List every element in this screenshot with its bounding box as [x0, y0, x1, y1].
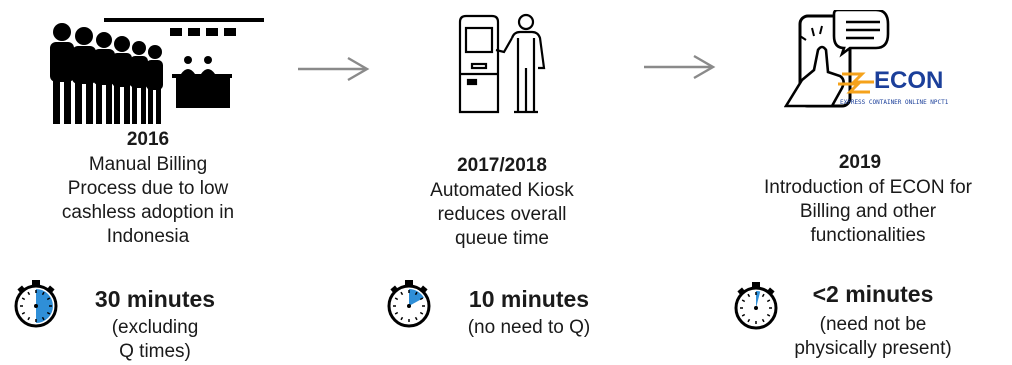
- stage-description: Manual Billing Process due to low cashle…: [40, 153, 256, 249]
- duration-note: (need not be physically present): [760, 313, 986, 361]
- description-line: queue time: [454, 228, 549, 249]
- description-line: Automated Kiosk: [430, 180, 574, 201]
- duration-value: <2 minutes: [812, 281, 934, 307]
- description-line: Indonesia: [106, 226, 190, 247]
- description-line: Billing and other: [799, 201, 937, 222]
- stage-description: Introduction of ECON for Billing and oth…: [736, 176, 1000, 248]
- arrow-right-icon: [298, 56, 370, 82]
- stage-year: 2016: [126, 129, 170, 150]
- description-line: Introduction of ECON for: [763, 177, 973, 198]
- duration-note: (no need to Q): [440, 316, 618, 340]
- description-line: functionalities: [810, 225, 926, 246]
- note-line: (excluding: [111, 317, 199, 338]
- description-line: cashless adoption in: [61, 202, 235, 223]
- stopwatch-icon: [14, 280, 58, 328]
- duration-value: 10 minutes: [468, 286, 590, 312]
- duration-value: 30 minutes: [94, 286, 216, 312]
- econ-logo: ECON EXPRESS CONTAINER ONLINE NPCT1: [838, 67, 949, 106]
- svg-text:ECON: ECON: [874, 67, 943, 94]
- queue-icon: [50, 18, 264, 124]
- stage-year: 2017/2018: [457, 155, 547, 176]
- description-line: Process due to low: [67, 178, 229, 199]
- note-line: Q times): [119, 341, 191, 362]
- duration-note: (excluding Q times): [60, 316, 250, 364]
- arrow-right-icon: [644, 54, 716, 80]
- description-line: reduces overall: [437, 204, 567, 225]
- note-line: (no need to Q): [467, 317, 591, 338]
- note-line: (need not be: [819, 314, 927, 335]
- stopwatch-icon: [387, 280, 431, 328]
- note-line: physically present): [794, 338, 952, 359]
- description-line: Manual Billing: [88, 154, 208, 175]
- kiosk-icon: [458, 13, 546, 114]
- stage-year: 2019: [838, 152, 882, 173]
- svg-text:EXPRESS CONTAINER ONLINE NPCT1: EXPRESS CONTAINER ONLINE NPCT1: [840, 99, 949, 106]
- stage-description: Automated Kiosk reduces overall queue ti…: [408, 179, 596, 251]
